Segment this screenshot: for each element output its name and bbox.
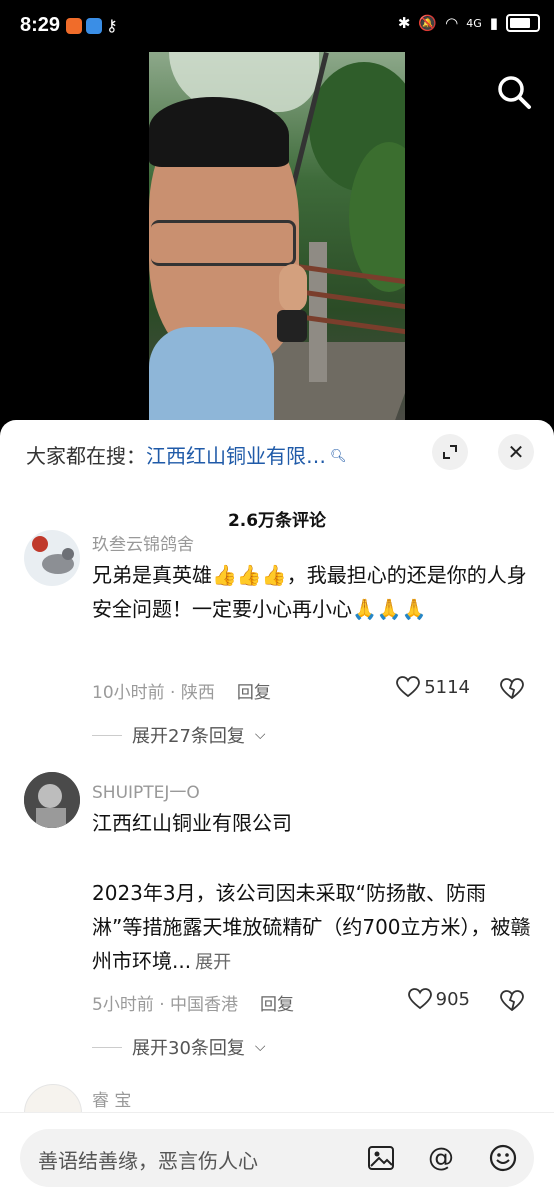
status-bar: 8:29 ⚷ ✱ 🔕 ◠ 4G ▮ <box>0 0 554 52</box>
comments-panel: 大家都在搜：江西红山铜业有限… 🔍︎ ✕ 2.6万条评论 玖叁云锦鸽舍 兄弟是真英… <box>0 420 554 1200</box>
image-icon[interactable] <box>366 1143 396 1173</box>
battery-icon <box>506 14 540 32</box>
key-icon: ⚷ <box>106 16 118 35</box>
dislike-icon[interactable] <box>500 678 524 700</box>
video-player[interactable] <box>0 52 554 420</box>
expand-replies-label: 展开27条回复 <box>132 726 245 747</box>
search-icon[interactable] <box>494 72 534 112</box>
emoji-icon[interactable] <box>488 1143 518 1173</box>
dislike-icon[interactable] <box>500 990 524 1012</box>
network-type: 4G <box>466 16 482 30</box>
chevron-down-icon: ⌵ <box>254 1039 266 1055</box>
video-frame <box>149 52 405 420</box>
like-button[interactable]: 905 <box>407 988 470 1010</box>
like-count: 905 <box>435 988 470 1010</box>
reply-button[interactable]: 回复 <box>260 995 294 1015</box>
hot-search-bar[interactable]: 大家都在搜：江西红山铜业有限… 🔍︎ <box>26 440 347 469</box>
comment-time-location: 5小时前 · 中国香港 <box>92 995 239 1015</box>
comment-input-bar: 善语结善缘，恶言伤人心 @ <box>0 1112 554 1201</box>
comment-text: 兄弟是真英雄👍👍👍，我最担心的还是你的人身安全问题！一定要小心再小心🙏🙏🙏 <box>92 563 527 621</box>
svg-text:@: @ <box>428 1143 454 1173</box>
app-notification-icon <box>86 18 102 34</box>
expand-replies-label: 展开30条回复 <box>132 1038 245 1059</box>
comment-text-body: 2023年3月，该公司因未采取“防扬散、防雨淋”等措施露天堆放硫精矿（约700立… <box>92 876 532 980</box>
search-small-icon: 🔍︎ <box>330 449 347 464</box>
avatar[interactable] <box>24 530 80 586</box>
weibo-notification-icon <box>66 18 82 34</box>
expand-replies-button[interactable]: 展开30条回复 ⌵ <box>92 1034 266 1060</box>
comment-username[interactable]: 睿 宝 <box>92 1086 131 1111</box>
reply-button[interactable]: 回复 <box>237 683 271 703</box>
comment-item: SHUIPTEJ一O 江西红山铜业有限公司 2023年3月，该公司因未采取“防扬… <box>24 772 532 1062</box>
status-time: 8:29 <box>20 14 61 36</box>
comment-text: 2023年3月，该公司因未采取“防扬散、防雨淋”等措施露天堆放硫精矿（约700立… <box>92 881 531 973</box>
mute-icon: 🔕 <box>418 14 438 32</box>
hot-search-query[interactable]: 江西红山铜业有限… <box>146 444 326 468</box>
signal-icon: ▮ <box>489 14 498 32</box>
heart-icon <box>407 988 432 1010</box>
comment-text-line1: 江西红山铜业有限公司 <box>92 811 292 835</box>
comment-item: 玖叁云锦鸽舍 兄弟是真英雄👍👍👍，我最担心的还是你的人身安全问题！一定要小心再小… <box>24 530 530 750</box>
mention-icon[interactable]: @ <box>426 1143 456 1173</box>
expand-icon <box>443 445 457 459</box>
comment-meta: 10小时前 · 陕西 回复 <box>92 678 271 703</box>
avatar[interactable] <box>24 772 80 828</box>
comments-count: 2.6万条评论 <box>227 511 327 531</box>
like-button[interactable]: 5114 <box>396 676 470 698</box>
bluetooth-icon: ✱ <box>397 14 411 32</box>
more-button[interactable]: 展开 <box>195 952 231 973</box>
comment-input-placeholder: 善语结善缘，恶言伤人心 <box>38 1149 258 1173</box>
comment-input[interactable]: 善语结善缘，恶言伤人心 @ <box>20 1129 534 1187</box>
chevron-down-icon: ⌵ <box>254 727 266 743</box>
hot-search-prefix: 大家都在搜： <box>26 444 146 468</box>
comment-username[interactable]: SHUIPTEJ一O <box>92 778 200 803</box>
comment-time-location: 10小时前 · 陕西 <box>92 683 215 703</box>
heart-icon <box>396 676 421 698</box>
wifi-icon: ◠ <box>445 14 459 32</box>
expand-panel-button[interactable] <box>432 434 468 470</box>
comment-meta: 5小时前 · 中国香港 回复 <box>92 990 294 1015</box>
comment-username[interactable]: 玖叁云锦鸽舍 <box>92 530 194 555</box>
like-count: 5114 <box>424 676 470 698</box>
close-icon: ✕ <box>507 440 525 464</box>
close-panel-button[interactable]: ✕ <box>498 434 534 470</box>
expand-replies-button[interactable]: 展开27条回复 ⌵ <box>92 722 266 748</box>
